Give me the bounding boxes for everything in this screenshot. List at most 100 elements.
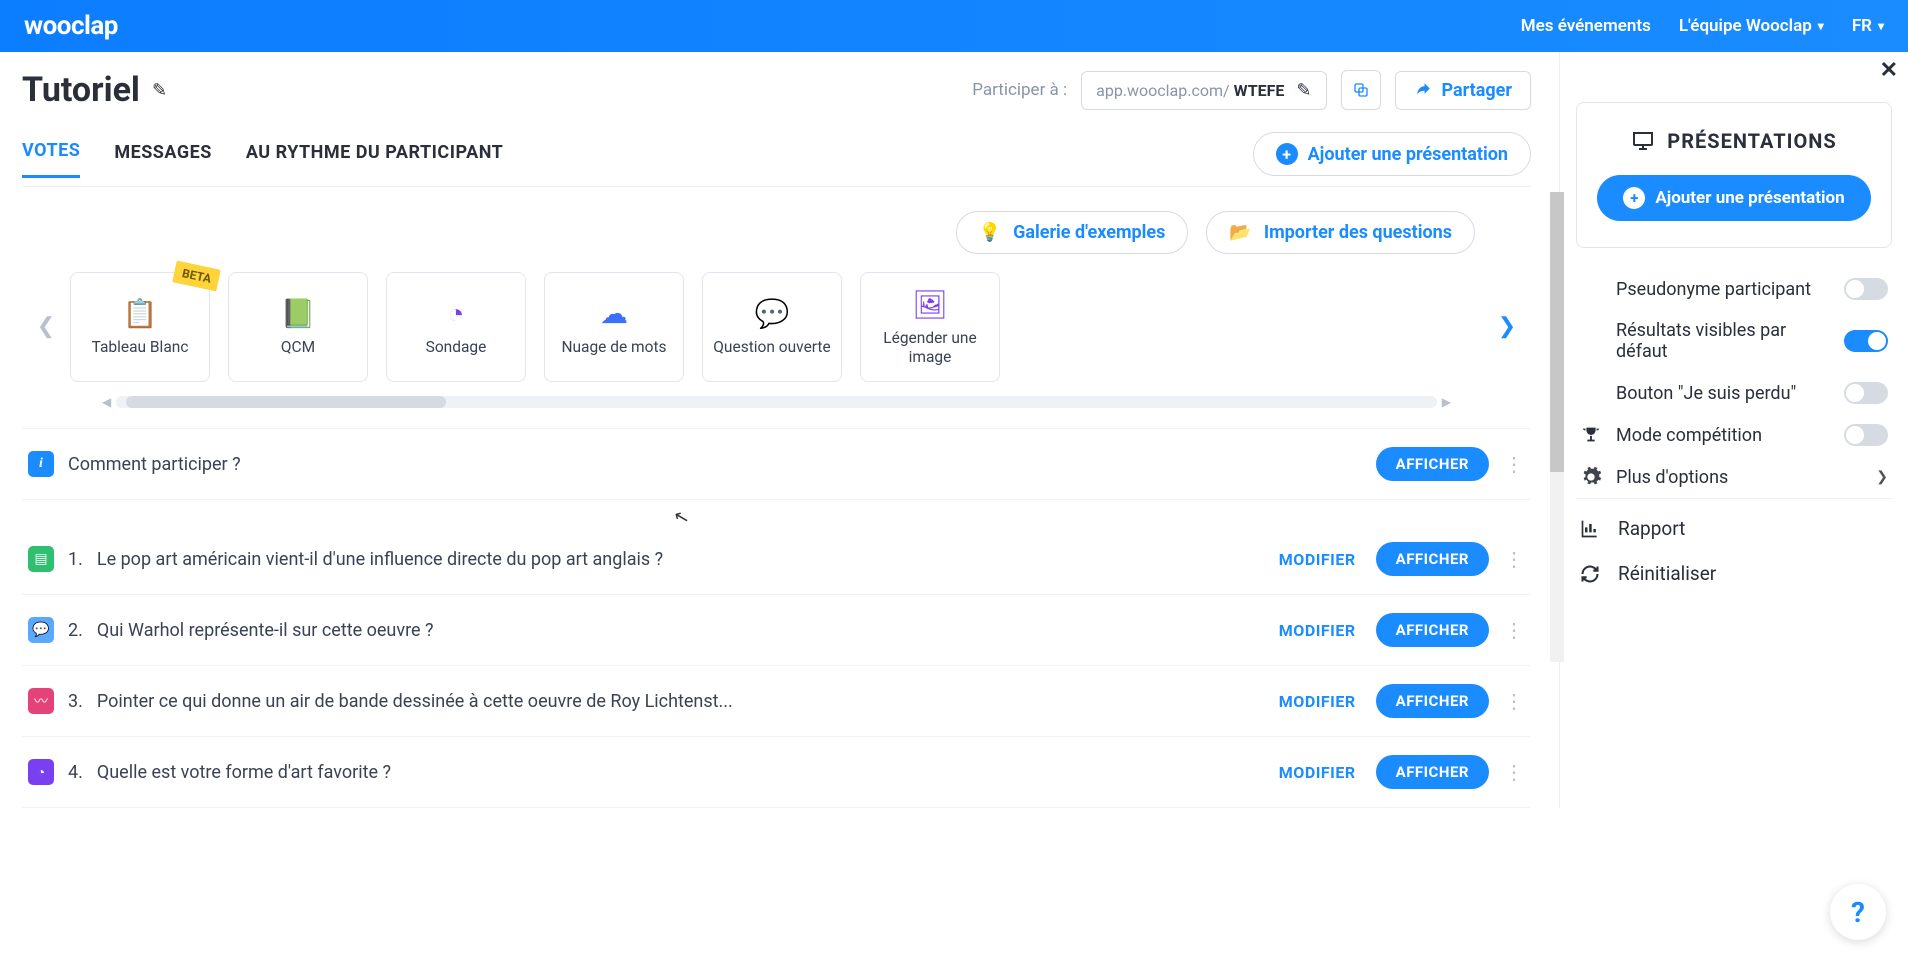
question-number: 1. (68, 549, 83, 570)
sidebar-add-presentation-button[interactable]: + Ajouter une présentation (1597, 175, 1870, 221)
gear-icon (1580, 466, 1602, 488)
question-row: 💬 2. Qui Warhol représente-il sur cette … (22, 595, 1531, 666)
show-button[interactable]: AFFICHER (1376, 684, 1489, 718)
qtype-label: QCM (281, 338, 315, 357)
settings-list: Pseudonyme participant Résultats visibles… (1576, 278, 1892, 488)
edit-title-icon[interactable]: ✎ (152, 80, 167, 101)
share-icon (1414, 81, 1432, 99)
toggle-switch[interactable] (1844, 330, 1888, 352)
carousel-scrollbar[interactable] (116, 396, 1437, 408)
question-type-icon: 〰 (28, 688, 54, 714)
chart-icon (1580, 519, 1600, 539)
qtype-légender-une-image[interactable]: 🖼Légender une image (860, 272, 1000, 382)
question-text: Le pop art américain vient-il d'une infl… (97, 549, 1265, 570)
report-label: Rapport (1618, 517, 1685, 540)
share-button[interactable]: Partager (1395, 71, 1532, 110)
question-number: 3. (68, 691, 83, 712)
nav-team-dropdown[interactable]: L'équipe Wooclap (1679, 16, 1824, 36)
info-show-button[interactable]: AFFICHER (1376, 447, 1489, 481)
modify-button[interactable]: MODIFIER (1279, 550, 1356, 569)
question-number: 2. (68, 620, 83, 641)
question-list: i Comment participer ? AFFICHER ⋮ ▤ 1. L… (22, 428, 1531, 808)
presentation-icon (1631, 129, 1655, 153)
import-questions-button[interactable]: 📂 Importer des questions (1206, 211, 1475, 254)
gallery-button[interactable]: 💡 Galerie d'exemples (956, 211, 1189, 254)
share-label: Partager (1442, 80, 1513, 101)
setting-row: Résultats visibles par défaut (1580, 320, 1888, 362)
toggle-switch[interactable] (1844, 382, 1888, 404)
edit-code-icon[interactable]: ✎ (1296, 80, 1311, 101)
presentations-card: PRÉSENTATIONS + Ajouter une présentation (1576, 102, 1892, 248)
question-type-icon: ◔ (28, 759, 54, 785)
setting-label: Résultats visibles par défaut (1616, 320, 1830, 362)
url-code: WTEFE (1234, 81, 1285, 100)
nav-language-dropdown[interactable]: FR (1852, 16, 1884, 36)
setting-label: Mode compétition (1616, 425, 1830, 446)
setting-label: Pseudonyme participant (1616, 279, 1830, 300)
import-label: Importer des questions (1264, 222, 1452, 243)
close-sidebar-button[interactable]: ✕ (1880, 58, 1898, 83)
setting-row[interactable]: Plus d'options ❯ (1580, 466, 1888, 488)
show-button[interactable]: AFFICHER (1376, 542, 1489, 576)
qtype-label: Tableau Blanc (92, 338, 189, 357)
more-icon[interactable]: ⋮ (1503, 689, 1525, 713)
participate-label: Participer à : (972, 80, 1067, 100)
chevron-right-icon: ❯ (1876, 469, 1888, 485)
gallery-label: Galerie d'exemples (1013, 222, 1165, 243)
qtype-nuage-de-mots[interactable]: ☁Nuage de mots (544, 272, 684, 382)
question-type-carousel: BETA📋Tableau Blanc 📗 QCM ◔ Sondage ☁Nuage de … (70, 272, 1483, 382)
toggle-switch[interactable] (1844, 278, 1888, 300)
question-text: Quelle est votre forme d'art favorite ? (97, 762, 1265, 783)
qtype-icon: ◔ (448, 297, 465, 330)
modify-button[interactable]: MODIFIER (1279, 621, 1356, 640)
reset-button[interactable]: Réinitialiser (1580, 562, 1888, 585)
info-more-icon[interactable]: ⋮ (1503, 452, 1525, 476)
top-nav: wooclap Mes événements L'équipe Wooclap … (0, 0, 1908, 52)
setting-label: Plus d'options (1616, 467, 1862, 488)
info-text: Comment participer ? (68, 454, 1362, 475)
logo: wooclap (24, 11, 118, 41)
sidebar-add-presentation-label: Ajouter une présentation (1655, 188, 1844, 208)
qtype-tableau-blanc[interactable]: BETA📋Tableau Blanc (70, 272, 210, 382)
tab-participant-rhythm[interactable]: AU RYTHME DU PARTICIPANT (246, 142, 504, 177)
event-title: Tutoriel (22, 70, 140, 110)
setting-row: Bouton "Je suis perdu" (1580, 382, 1888, 404)
tab-votes[interactable]: VOTES (22, 140, 80, 178)
presentations-title: PRÉSENTATIONS (1595, 129, 1873, 153)
plus-icon: + (1623, 187, 1645, 209)
plus-icon: + (1276, 143, 1298, 165)
modify-button[interactable]: MODIFIER (1279, 763, 1356, 782)
qtype-question-ouverte[interactable]: 💬 Question ouverte (702, 272, 842, 382)
show-button[interactable]: AFFICHER (1376, 613, 1489, 647)
help-button[interactable]: ? (1830, 884, 1886, 940)
show-button[interactable]: AFFICHER (1376, 755, 1489, 789)
more-icon[interactable]: ⋮ (1503, 547, 1525, 571)
qtype-icon: 🖼 (912, 288, 948, 321)
info-row: i Comment participer ? AFFICHER ⋮ (22, 428, 1531, 500)
question-row: ▤ 1. Le pop art américain vient-il d'une… (22, 524, 1531, 595)
folder-icon: 📂 (1229, 222, 1251, 243)
question-row: ◔ 4. Quelle est votre forme d'art favori… (22, 737, 1531, 808)
carousel-next-button[interactable]: ❯ (1489, 308, 1525, 344)
question-row: 〰 3. Pointer ce qui donne un air de band… (22, 666, 1531, 737)
qtype-label: Question ouverte (713, 338, 830, 357)
report-button[interactable]: Rapport (1580, 517, 1888, 540)
more-icon[interactable]: ⋮ (1503, 760, 1525, 784)
more-icon[interactable]: ⋮ (1503, 618, 1525, 642)
toggle-switch[interactable] (1844, 424, 1888, 446)
qtype-icon: 💬 (755, 297, 790, 330)
qtype-sondage[interactable]: ◔ Sondage (386, 272, 526, 382)
nav-my-events[interactable]: Mes événements (1521, 16, 1651, 36)
lightbulb-icon: 💡 (979, 222, 1001, 243)
info-icon: i (28, 451, 54, 477)
add-presentation-label: Ajouter une présentation (1308, 144, 1508, 165)
qtype-label: Sondage (426, 338, 487, 357)
modify-button[interactable]: MODIFIER (1279, 692, 1356, 711)
qtype-qcm[interactable]: 📗 QCM (228, 272, 368, 382)
qtype-icon: 📗 (281, 297, 316, 330)
tab-messages[interactable]: MESSAGES (114, 142, 211, 177)
add-presentation-button[interactable]: + Ajouter une présentation (1253, 132, 1531, 176)
event-url-box: app.wooclap.com/ WTEFE ✎ (1081, 71, 1326, 110)
carousel-prev-button[interactable]: ❮ (28, 308, 64, 344)
copy-url-button[interactable] (1341, 70, 1381, 110)
